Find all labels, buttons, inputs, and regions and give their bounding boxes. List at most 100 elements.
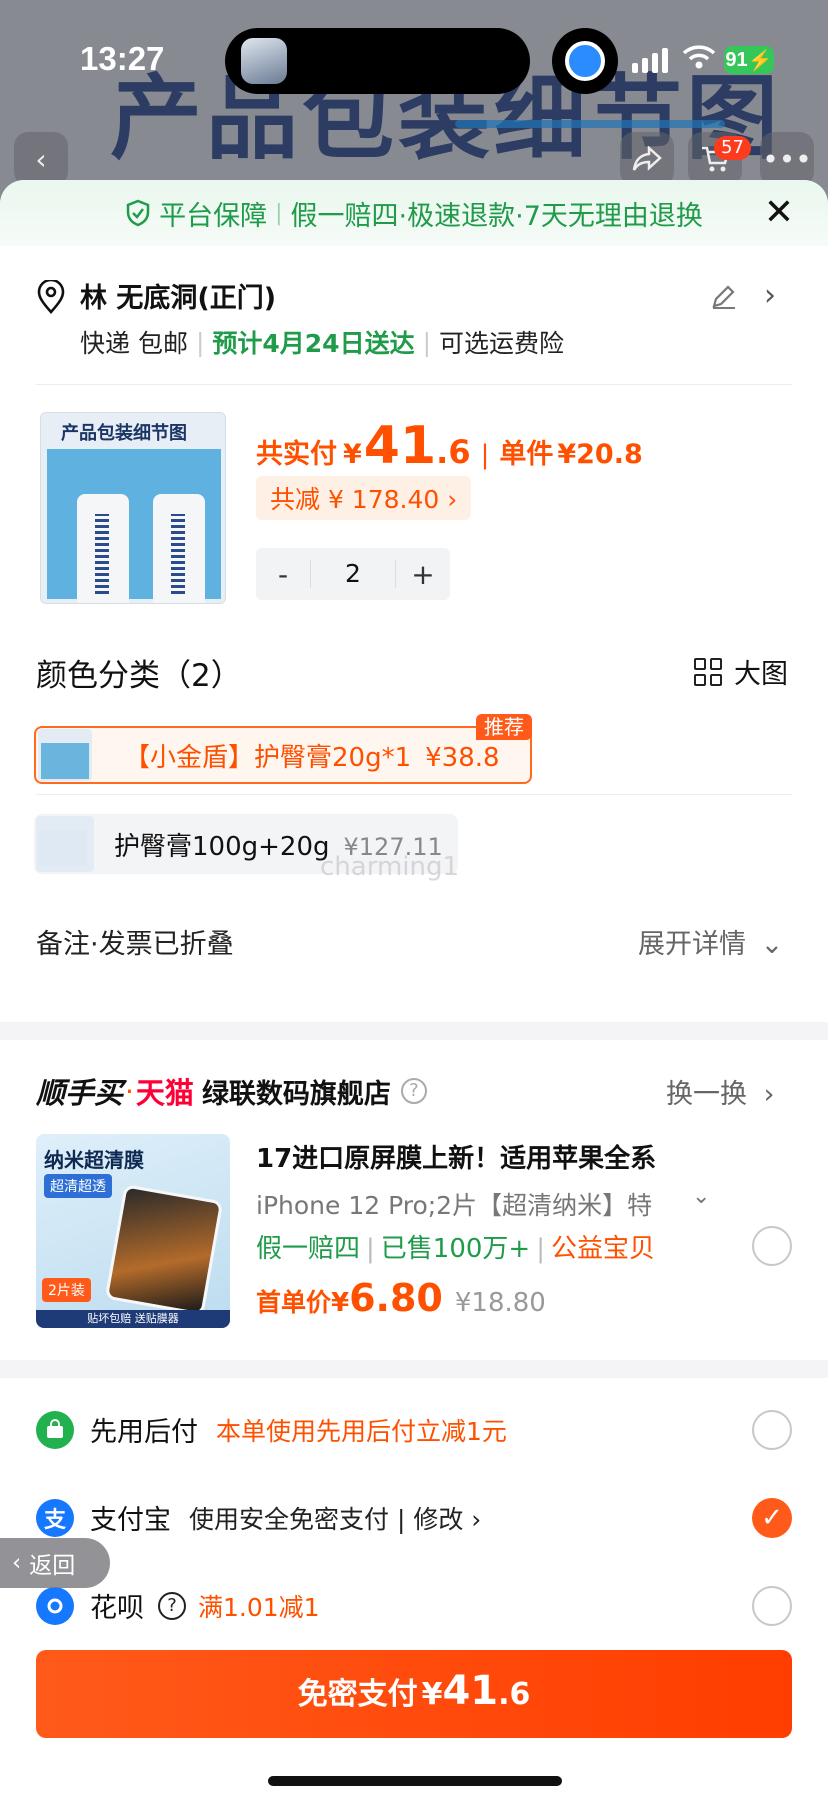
divider — [36, 384, 792, 385]
phone-illustration — [104, 1184, 224, 1316]
chevron-down-icon: ⌄ — [760, 929, 784, 960]
help-icon[interactable]: ? — [158, 1591, 186, 1620]
payment-radio[interactable] — [752, 1410, 792, 1450]
more-button[interactable]: ••• — [760, 132, 814, 186]
pay-button-currency: ¥ — [421, 1677, 443, 1712]
unit-price: ¥20.8 — [557, 439, 643, 470]
return-label: 返回 — [29, 1553, 76, 1579]
shield-icon — [126, 199, 150, 227]
divider — [36, 794, 792, 795]
quantity-increase-button[interactable]: + — [396, 558, 450, 591]
discount-button[interactable]: 共减 ¥ 178.40 › — [256, 476, 472, 520]
expand-details-button[interactable]: 展开详情 ⌄ — [638, 922, 783, 961]
product-image-label: 产品包装细节图 — [61, 423, 187, 444]
chevron-left-icon: ‹ — [35, 142, 47, 176]
pay-button-label: 免密支付 — [297, 1677, 418, 1712]
quantity-decrease-button[interactable]: - — [256, 558, 310, 591]
check-icon: ✓ — [761, 1503, 783, 1533]
pay-later-icon — [36, 1410, 74, 1449]
price-summary: 共实付 ¥ 41 .6 | 单件 ¥20.8 — [256, 416, 643, 476]
payment-radio[interactable] — [752, 1586, 792, 1626]
total-currency: ¥ — [343, 439, 362, 470]
return-button[interactable]: ‹ 返回 — [0, 1538, 110, 1588]
variant-thumbnail — [38, 729, 92, 781]
delivery-estimate: 预计4月24日送达 — [212, 329, 415, 358]
location-pin-icon — [37, 280, 65, 314]
recommend-product-image[interactable]: 纳米超清膜 超清超透 2片装 贴坏包赔 送贴膜器 — [36, 1134, 230, 1328]
first-order-price: 6.80 — [349, 1276, 443, 1320]
recommend-tag: 推荐 — [476, 714, 532, 740]
help-icon[interactable]: ? — [400, 1078, 427, 1104]
status-bar: 13:27 91 ⚡ — [0, 0, 828, 120]
shipping-method: 快递 包邮 — [80, 329, 188, 358]
chevron-right-icon: › — [763, 1079, 775, 1110]
tag-fake-compensation: 假一赔四 — [256, 1234, 361, 1264]
pay-button-amount: 41 — [442, 1668, 499, 1714]
payment-name: 先用后付 — [90, 1417, 198, 1448]
first-order-label: 首单价 — [256, 1288, 332, 1317]
share-icon — [632, 146, 662, 171]
recommend-spec[interactable]: iPhone 12 Pro;2片【超清纳米】特 — [256, 1186, 652, 1222]
edit-icon[interactable] — [710, 282, 738, 310]
total-price: 41 — [363, 416, 437, 476]
shop-header: 顺手买 · 天猫 绿联数码旗舰店 ? — [36, 1070, 427, 1112]
share-button[interactable] — [620, 132, 674, 186]
image-badge: 超清超透 — [44, 1174, 112, 1198]
battery-level: 91 — [725, 48, 748, 71]
tag-charity: 公益宝贝 — [550, 1234, 655, 1264]
payment-desc: 使用安全免密支付 | 修改 › — [189, 1504, 482, 1534]
background-underline — [455, 120, 725, 128]
wifi-icon — [682, 44, 716, 77]
payment-option-alipay[interactable]: 支 支付宝 使用安全免密支付 | 修改 › — [36, 1498, 481, 1537]
payment-radio-checked[interactable]: ✓ — [752, 1498, 792, 1538]
island-avatar — [241, 38, 287, 84]
section-gap — [0, 1360, 828, 1378]
address-section[interactable]: 林 无底洞(正门) 快递 包邮 | 预计4月24日送达 | 可选运费险 › — [0, 246, 828, 366]
shipping-insurance[interactable]: 可选运费险 — [439, 324, 564, 360]
assistant-bubble[interactable] — [552, 28, 618, 94]
pay-button[interactable]: 免密支付 ¥ 41 .6 — [36, 1650, 792, 1738]
close-button[interactable]: ✕ — [760, 194, 798, 232]
variant-name: 护臀膏100g+20g — [114, 831, 330, 862]
payment-desc: 满1.01减1 — [198, 1592, 320, 1622]
battery-indicator: 91 ⚡ — [724, 46, 774, 74]
back-button[interactable]: ‹ — [14, 132, 68, 186]
guarantee-text: 假一赔四·极速退款·7天无理由退换 — [290, 200, 703, 232]
close-icon: ✕ — [763, 192, 795, 233]
huabei-icon — [36, 1586, 74, 1625]
section-gap — [0, 1022, 828, 1040]
chevron-right-icon[interactable]: › — [764, 278, 776, 313]
unit-label: 单件 — [499, 439, 554, 470]
variant-section-title: 颜色分类（2） — [36, 658, 242, 694]
variant-name: 【小金盾】护臀膏20g*1 — [124, 742, 412, 773]
address-name: 林 无底洞(正门) — [80, 283, 277, 314]
image-pack-badge: 2片装 — [42, 1278, 91, 1302]
expand-label: 展开详情 — [638, 929, 746, 960]
shop-name[interactable]: 绿联数码旗舰店 — [202, 1072, 391, 1111]
product-image[interactable]: 产品包装细节图 — [40, 412, 226, 604]
guarantee-banner: 平台保障 | 假一赔四·极速退款·7天无理由退换 ✕ — [0, 180, 828, 246]
recommend-select-radio[interactable] — [752, 1226, 792, 1266]
swap-button[interactable]: 换一换 › — [666, 1072, 774, 1111]
image-title: 纳米超清膜 — [44, 1148, 144, 1172]
original-price: ¥18.80 — [454, 1288, 546, 1318]
payment-option-huabei[interactable]: 花呗 ? 满1.01减1 — [36, 1586, 320, 1625]
payment-option-later[interactable]: 先用后付 本单使用先用后付立减1元 — [36, 1410, 507, 1449]
currency: ¥ — [331, 1288, 350, 1318]
guarantee-separator: | — [275, 200, 283, 226]
total-label: 共实付 — [256, 439, 337, 470]
chevron-down-icon[interactable]: ⌄ — [692, 1184, 710, 1209]
recommend-price: 首单价 ¥ 6.80 ¥18.80 — [256, 1276, 546, 1320]
shipping-info: 快递 包邮 | 预计4月24日送达 | 可选运费险 — [80, 324, 564, 360]
cart-count-badge: 57 — [714, 136, 751, 160]
big-image-toggle[interactable]: 大图 — [694, 652, 788, 691]
variant-option-selected[interactable]: 【小金盾】护臀膏20g*1 ¥38.8 — [34, 726, 532, 784]
watermark-text: charming1 — [320, 852, 460, 882]
status-time: 13:27 — [80, 40, 165, 77]
quantity-value[interactable]: 2 — [310, 560, 396, 588]
home-indicator — [268, 1776, 562, 1786]
payment-name: 支付宝 — [90, 1505, 171, 1536]
variant-price: ¥38.8 — [425, 742, 500, 773]
signal-icon — [632, 48, 668, 73]
recommend-title[interactable]: 17进口原屏膜上新！适用苹果全系 — [256, 1138, 656, 1175]
